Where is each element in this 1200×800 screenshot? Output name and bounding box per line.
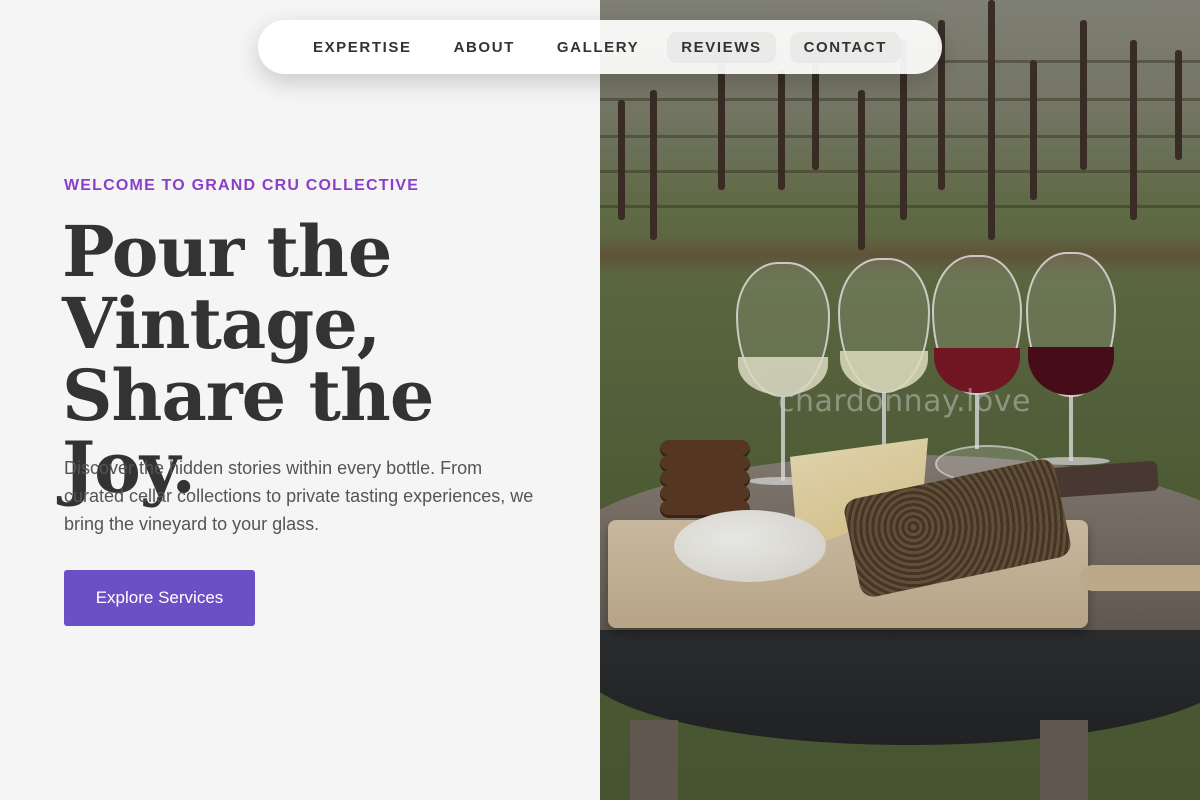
nav-item-reviews[interactable]: REVIEWS xyxy=(667,31,776,63)
nav-item-gallery[interactable]: GALLERY xyxy=(543,32,653,63)
hero-eyebrow: WELCOME TO GRAND CRU COLLECTIVE xyxy=(64,177,420,194)
nav-item-contact[interactable]: CONTACT xyxy=(789,31,902,63)
main-navigation: EXPERTISE ABOUT GALLERY REVIEWS CONTACT xyxy=(258,20,942,74)
hero-left-panel: WELCOME TO GRAND CRU COLLECTIVE Pour the… xyxy=(0,0,600,800)
vineyard-wine-tasting-image: chardonnay.love xyxy=(600,0,1200,800)
nav-item-expertise[interactable]: EXPERTISE xyxy=(299,32,426,63)
headline-line-2: Vintage, xyxy=(62,282,381,365)
hero-photo: chardonnay.love xyxy=(600,0,1200,800)
headline-line-1: Pour the xyxy=(62,210,392,293)
nav-item-about[interactable]: ABOUT xyxy=(440,32,529,63)
photo-watermark: chardonnay.love xyxy=(778,384,1031,419)
hero-description: Discover the hidden stories within every… xyxy=(64,458,534,534)
explore-services-button[interactable]: Explore Services xyxy=(64,570,255,626)
